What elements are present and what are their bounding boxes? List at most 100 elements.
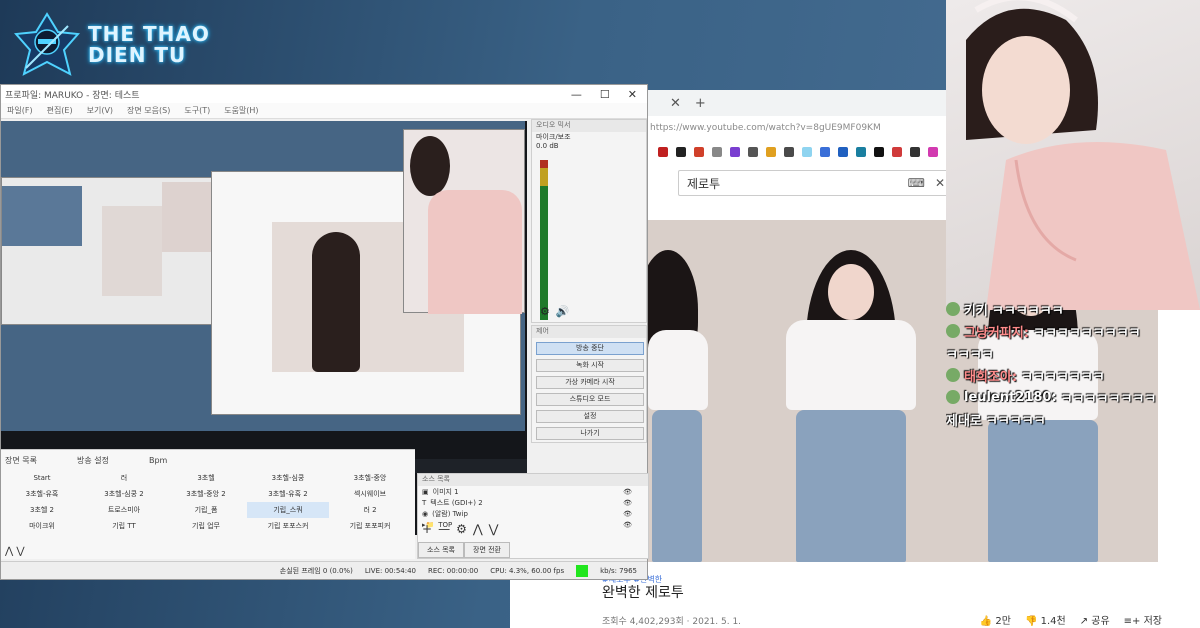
bookmark-icon[interactable] (874, 147, 884, 157)
image-icon: ▣ (422, 487, 429, 496)
menu-help[interactable]: 도움말(H) (224, 105, 258, 116)
clear-search-icon[interactable]: ✕ (935, 176, 945, 190)
visibility-eye-icon[interactable]: 👁 (623, 510, 632, 518)
bookmark-icon[interactable] (784, 147, 794, 157)
chat-message: 키키 ㅋㅋㅋㅋㅋㅋ (946, 298, 1200, 320)
maximize-icon[interactable]: ☐ (600, 88, 610, 101)
start-virtual-camera-button[interactable]: 가상 카메라 시작 (536, 376, 644, 389)
bookmark-icon[interactable] (802, 147, 812, 157)
add-source-icon[interactable]: + (422, 522, 432, 536)
scene-item[interactable]: 기립_폼 (165, 502, 247, 518)
scene-item[interactable]: 3초헬-중앙 2 (165, 486, 247, 502)
scene-item[interactable]: 트로스미아 (83, 502, 165, 518)
scene-item[interactable]: 3초헬 2 (1, 502, 83, 518)
dislike-button[interactable]: 👎 1.4천 (1025, 612, 1066, 627)
bookmark-icon[interactable] (856, 147, 866, 157)
logo-wordmark: THE THAO DIEN TU (88, 24, 210, 66)
bookmark-icon[interactable] (838, 147, 848, 157)
scene-item[interactable]: 3초헬 (165, 470, 247, 486)
bookmark-icon[interactable] (712, 147, 722, 157)
scene-item[interactable]: 기립 업무 (165, 518, 247, 534)
source-item[interactable]: T 텍스트 (GDI+) 2 👁 (418, 497, 648, 508)
like-button[interactable]: 👍 2만 (980, 612, 1011, 627)
close-icon[interactable]: ✕ (628, 88, 637, 101)
visibility-eye-icon[interactable]: 👁 (623, 521, 632, 529)
new-tab-icon[interactable]: + (695, 96, 706, 111)
menu-file[interactable]: 파일(F) (7, 105, 33, 116)
bookmark-icon[interactable] (820, 147, 830, 157)
bookmark-icon[interactable] (730, 147, 740, 157)
tab-scenes[interactable]: 장면 목록 (5, 455, 37, 466)
scene-item[interactable]: 3초헬-심쿵 2 (83, 486, 165, 502)
scene-item[interactable]: Start (1, 470, 83, 486)
visibility-eye-icon[interactable]: 👁 (623, 499, 632, 507)
scene-item[interactable]: 기립_스쿼 (247, 502, 329, 518)
bookmark-icon[interactable] (694, 147, 704, 157)
bookmark-icon[interactable] (676, 147, 686, 157)
menu-view[interactable]: 보기(V) (87, 105, 113, 116)
scene-item[interactable]: 3초헬-중앙 (329, 470, 411, 486)
remove-source-icon[interactable]: — (438, 522, 450, 536)
bookmark-icon[interactable] (892, 147, 902, 157)
bookmark-icon[interactable] (910, 147, 920, 157)
bookmark-icon[interactable] (928, 147, 938, 157)
share-button[interactable]: ↗ 공유 (1080, 612, 1110, 627)
logo-line-1: THE THAO (88, 22, 210, 46)
exit-button[interactable]: 나가기 (536, 427, 644, 440)
url-text: https://www.youtube.com/watch?v=8gUE9MF0… (650, 123, 881, 133)
tab-close-icon[interactable]: ✕ (670, 96, 681, 111)
preview-desktop (1, 121, 525, 431)
scene-item[interactable]: 러 2 (329, 502, 411, 518)
scenes-panel: 장면 목록 방송 설정 Bpm Start 러 3초헬 3초헬-심쿵 3초헬-중앙 3초헬… (1, 449, 415, 559)
start-recording-button[interactable]: 녹화 시작 (536, 359, 644, 372)
dancer-figure (766, 220, 966, 562)
visibility-eye-icon[interactable]: 👁 (623, 488, 632, 496)
scene-item[interactable]: 3초헬-유혹 (1, 486, 83, 502)
scene-item[interactable]: 마이크위 (1, 518, 83, 534)
stream-health-indicator (576, 564, 589, 577)
scene-item[interactable]: 섹시웨이브 (329, 486, 411, 502)
bookmark-icon[interactable] (748, 147, 758, 157)
video-meta: 조회수 4,402,293회 · 2021. 5. 1. (602, 617, 742, 627)
mixer-settings-icon[interactable]: ⚙ (540, 305, 550, 318)
search-input[interactable]: 제로투 ⌨ ✕ (678, 170, 954, 196)
move-up-icon[interactable]: ⋀ (473, 522, 483, 536)
scene-item[interactable]: 3초헬-유혹 2 (247, 486, 329, 502)
tab-sources[interactable]: 소스 목록 (418, 542, 464, 558)
source-settings-icon[interactable]: ⚙ (456, 522, 467, 536)
mixer-title: 오디오 믹서 (532, 120, 646, 132)
source-toolbar: + — ⚙ ⋀ ⋁ (422, 522, 499, 536)
save-button[interactable]: ≡+ 저장 (1124, 612, 1162, 627)
obs-window: 프로파일: MARUKO - 장면: 테스트 — ☐ ✕ 파일(F) 편집(E)… (0, 84, 649, 580)
chat-badge-icon (946, 302, 960, 316)
chat-overlay: 키키 ㅋㅋㅋㅋㅋㅋ 그냥커피지: ㅋㅋㅋㅋㅋㅋㅋㅋㅋ ㅋㅋㅋㅋ 태희조아: ㅋㅋ… (946, 298, 1200, 430)
menu-tools[interactable]: 도구(T) (184, 105, 210, 116)
move-down-icon[interactable]: ⋁ (489, 522, 499, 536)
scene-nav-arrows[interactable]: ⋀ ⋁ (5, 546, 25, 557)
menu-scene-collection[interactable]: 장면 모음(S) (127, 105, 170, 116)
scene-item[interactable]: 3초헬-심쿵 (247, 470, 329, 486)
tab-transitions[interactable]: 장면 전환 (464, 542, 510, 558)
minimize-icon[interactable]: — (571, 88, 582, 101)
site-logo[interactable]: THE THAO DIEN TU (13, 12, 210, 78)
keyboard-icon[interactable]: ⌨ (908, 176, 925, 190)
controls-title: 제어 (532, 326, 646, 338)
chat-message: 그냥커피지: ㅋㅋㅋㅋㅋㅋㅋㅋㅋ (946, 320, 1200, 342)
scene-item[interactable]: 기립 TT (83, 518, 165, 534)
stop-streaming-button[interactable]: 방송 중단 (536, 342, 644, 355)
source-item[interactable]: ◉ (알람) Twip 👁 (418, 508, 648, 519)
bookmark-icon[interactable] (658, 147, 668, 157)
bookmark-icon[interactable] (766, 147, 776, 157)
menu-edit[interactable]: 편집(E) (47, 105, 73, 116)
source-item[interactable]: ▣ 이미지 1 👁 (418, 486, 648, 497)
obs-statusbar: 손실된 프레임 0 (0.0%) LIVE: 00:54:40 REC: 00:… (1, 561, 647, 579)
tab-bpm[interactable]: Bpm (149, 456, 167, 465)
studio-mode-button[interactable]: 스튜디오 모드 (536, 393, 644, 406)
scene-item[interactable]: 기립 포포스커 (247, 518, 329, 534)
tab-stream-settings[interactable]: 방송 설정 (77, 455, 109, 466)
settings-button[interactable]: 설정 (536, 410, 644, 423)
scene-item[interactable]: 기립 포포피커 (329, 518, 411, 534)
mixer-channel: 마이크/보조 (536, 133, 571, 141)
scene-item[interactable]: 러 (83, 470, 165, 486)
speaker-icon[interactable]: 🔊 (556, 305, 570, 318)
